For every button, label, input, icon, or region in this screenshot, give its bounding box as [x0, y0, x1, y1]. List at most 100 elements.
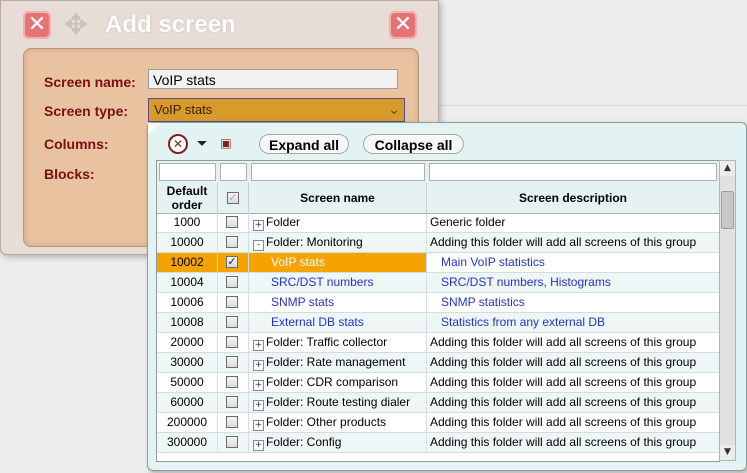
table-row[interactable]: 10002 ✓ VoIP stats Main VoIP statistics — [157, 253, 719, 273]
order-cell: 300000 — [157, 433, 218, 452]
table-row[interactable]: 20000 + Folder: Traffic collector Adding th… — [157, 333, 719, 353]
screen-name-text: VoIP stats — [271, 255, 325, 269]
blocks-label: Blocks: — [44, 166, 95, 182]
screen-type-value: VoIP stats — [154, 102, 213, 117]
screen-type-popup: ✕ ⏷ ▣ Expand all Collapse all Default or… — [147, 122, 747, 471]
order-filter-input[interactable] — [159, 163, 216, 181]
select-cell[interactable] — [218, 393, 249, 412]
select-cell[interactable] — [218, 273, 249, 292]
screen-name-text: External DB stats — [271, 315, 364, 329]
order-cell: 10000 — [157, 233, 218, 252]
screen-name-input[interactable]: VoIP stats — [148, 69, 398, 89]
desc-filter-input[interactable] — [429, 163, 717, 181]
select-cell[interactable] — [218, 373, 249, 392]
expand-plus-icon[interactable]: + — [253, 420, 264, 431]
desc-cell: Adding this folder will add all screens … — [430, 435, 697, 449]
name-cell[interactable]: External DB stats — [249, 313, 427, 332]
desc-cell: Adding this folder will add all screens … — [430, 395, 697, 409]
row-checkbox[interactable]: ✓ — [226, 256, 238, 268]
name-cell[interactable]: + Folder: CDR comparison — [249, 373, 427, 392]
scroll-thumb[interactable] — [721, 191, 734, 229]
row-checkbox[interactable] — [226, 416, 238, 428]
name-column-header[interactable]: Screen name — [249, 183, 427, 213]
order-column-header[interactable]: Default order — [157, 183, 218, 213]
row-checkbox[interactable] — [226, 316, 238, 328]
row-checkbox[interactable] — [226, 336, 238, 348]
row-checkbox[interactable] — [226, 296, 238, 308]
screen-type-label: Screen type: — [44, 103, 129, 119]
screen-type-select[interactable]: VoIP stats ⌄ — [148, 98, 405, 122]
order-cell: 10002 — [157, 253, 218, 272]
table-row[interactable]: 50000 + Folder: CDR comparison Adding this … — [157, 373, 719, 393]
chevron-down-icon[interactable]: ⌄ — [388, 99, 400, 121]
move-arrows-icon[interactable]: ✥ — [61, 10, 91, 40]
desc-cell: Adding this folder will add all screens … — [430, 375, 697, 389]
row-checkbox[interactable] — [226, 276, 238, 288]
expand-plus-icon[interactable]: + — [253, 340, 264, 351]
select-cell[interactable] — [218, 293, 249, 312]
check-all-header[interactable]: ✓ — [218, 183, 249, 213]
name-cell[interactable]: VoIP stats — [249, 253, 427, 272]
vertical-scrollbar[interactable]: ▲ ▼ — [719, 160, 736, 461]
select-cell[interactable] — [218, 353, 249, 372]
expand-plus-icon[interactable]: + — [253, 440, 264, 451]
desc-column-header[interactable]: Screen description — [427, 183, 719, 213]
screen-name-text: Folder: Monitoring — [266, 235, 363, 249]
desc-cell: Adding this folder will add all screens … — [430, 335, 697, 349]
expand-plus-icon[interactable]: + — [253, 220, 264, 231]
table-row[interactable]: 10000- Folder: Monitoring Adding this fold… — [157, 233, 719, 253]
select-cell[interactable] — [218, 233, 249, 252]
expand-all-button[interactable]: Expand all — [259, 134, 349, 154]
select-cell[interactable] — [218, 333, 249, 352]
name-cell[interactable]: + Folder: Route testing dialer — [249, 393, 427, 412]
table-row[interactable]: 30000 + Folder: Rate management Adding this… — [157, 353, 719, 373]
row-checkbox[interactable] — [226, 216, 238, 228]
name-cell[interactable]: + Folder: Config — [249, 433, 427, 452]
row-checkbox[interactable] — [226, 376, 238, 388]
save-disk-icon[interactable]: ▣ — [217, 134, 235, 152]
row-checkbox[interactable] — [226, 356, 238, 368]
order-cell: 30000 — [157, 353, 218, 372]
scroll-up-icon[interactable]: ▲ — [720, 161, 735, 176]
select-cell[interactable] — [218, 313, 249, 332]
table-row[interactable]: 60000 + Folder: Route testing dialer Adding… — [157, 393, 719, 413]
order-cell: 20000 — [157, 333, 218, 352]
collapse-all-button[interactable]: Collapse all — [363, 134, 464, 154]
table-row[interactable]: 10006 SNMP stats SNMP statistics — [157, 293, 719, 313]
table-header: Default order ✓ Screen name Screen descr… — [157, 183, 719, 214]
expand-plus-icon[interactable]: + — [253, 380, 264, 391]
check-filter-input[interactable] — [220, 163, 247, 181]
select-cell[interactable] — [218, 433, 249, 452]
desc-cell: SNMP statistics — [441, 295, 525, 309]
table-row[interactable]: 1000 + Folder Generic folder — [157, 213, 719, 233]
name-cell[interactable]: SRC/DST numbers — [249, 273, 427, 292]
name-filter-input[interactable] — [251, 163, 425, 181]
scroll-down-icon[interactable]: ▼ — [720, 445, 735, 460]
row-checkbox[interactable] — [226, 396, 238, 408]
close-icon[interactable]: ✕ — [389, 11, 417, 39]
table-row[interactable]: 10004 SRC/DST numbers SRC/DST numbers, His… — [157, 273, 719, 293]
select-cell[interactable] — [218, 213, 249, 232]
row-checkbox[interactable] — [226, 436, 238, 448]
check-all-checkbox[interactable]: ✓ — [227, 192, 239, 204]
order-cell: 10006 — [157, 293, 218, 312]
expand-plus-icon[interactable]: + — [253, 360, 264, 371]
name-cell[interactable]: + Folder — [249, 213, 427, 232]
table-row[interactable]: 300000 + Folder: Config Adding this folder … — [157, 433, 719, 453]
select-cell[interactable] — [218, 413, 249, 432]
name-cell[interactable]: + Folder: Traffic collector — [249, 333, 427, 352]
filter-clear-icon[interactable]: ⏷ — [193, 134, 211, 152]
name-cell[interactable]: + Folder: Other products — [249, 413, 427, 432]
expand-plus-icon[interactable]: + — [253, 400, 264, 411]
close-icon[interactable]: ✕ — [23, 11, 51, 39]
row-checkbox[interactable] — [226, 236, 238, 248]
table-row[interactable]: 10008 External DB stats Statistics from an… — [157, 313, 719, 333]
name-cell[interactable]: + Folder: Rate management — [249, 353, 427, 372]
collapse-minus-icon[interactable]: - — [253, 240, 264, 251]
desc-cell: Adding this folder will add all screens … — [430, 355, 697, 369]
select-cell[interactable]: ✓ — [218, 253, 249, 272]
table-row[interactable]: 200000 + Folder: Other products Adding this… — [157, 413, 719, 433]
name-cell[interactable]: SNMP stats — [249, 293, 427, 312]
name-cell[interactable]: - Folder: Monitoring — [249, 233, 427, 252]
clear-x-icon[interactable]: ✕ — [168, 134, 188, 154]
